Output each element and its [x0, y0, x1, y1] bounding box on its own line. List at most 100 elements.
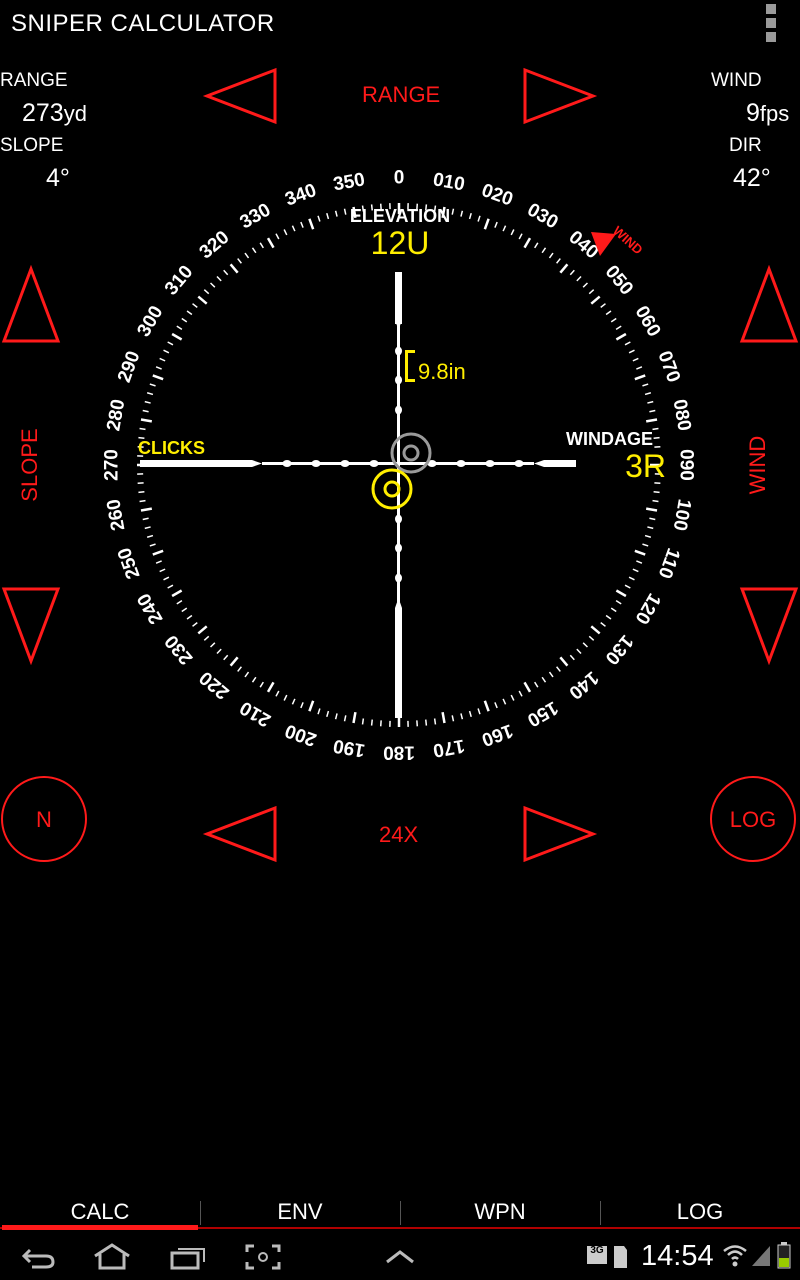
compass-tick: [176, 600, 183, 605]
compass-label: 060: [631, 303, 665, 341]
compass-label: 240: [133, 590, 167, 628]
mil-dot: [395, 346, 402, 356]
compass-tick: [624, 341, 631, 346]
compass-tick: [518, 233, 523, 240]
compass-tick: [146, 392, 154, 396]
compass-label: 310: [161, 262, 197, 300]
mil-dot: [514, 460, 524, 467]
compass-tick: [186, 310, 193, 316]
clicks-label: CLICKS: [138, 438, 205, 458]
compass-tick: [308, 218, 315, 230]
compass-tick: [588, 635, 595, 641]
compass-tick: [343, 208, 347, 215]
compass-label: 270: [102, 449, 123, 481]
screenshot-icon[interactable]: [245, 1244, 281, 1270]
compass-tick: [483, 218, 490, 230]
compass-tick: [197, 625, 208, 635]
reticle-bottom-post: [395, 608, 402, 718]
compass-tick: [615, 600, 622, 605]
zoom-in-button[interactable]: [520, 804, 598, 864]
compass-label: 140: [565, 667, 603, 703]
compass-tick: [197, 295, 208, 305]
compass-tick: [223, 654, 229, 661]
network-label: 3G: [590, 1245, 604, 1256]
compass-tick: [244, 252, 250, 259]
compass-tick: [615, 325, 622, 330]
compass-tick: [176, 325, 183, 330]
clock: 14:54: [641, 1240, 714, 1272]
compass-tick: [167, 341, 174, 346]
compass-tick: [541, 676, 547, 683]
compass-tick: [433, 718, 437, 725]
compass-tick: [334, 713, 338, 720]
compass-tick: [645, 507, 658, 512]
compass-tick: [588, 289, 595, 295]
compass-label: 220: [196, 667, 234, 703]
compass-tick: [645, 418, 658, 423]
wifi-icon: [723, 1245, 747, 1267]
compass-tick: [142, 409, 149, 413]
windage-value: 3R: [625, 448, 666, 484]
compass-tick: [636, 366, 643, 370]
compass-tick: [152, 549, 164, 556]
compass-tick: [216, 276, 222, 282]
mil-dot: [395, 543, 402, 553]
compass-tick: [590, 625, 601, 635]
compass-label: 210: [237, 697, 275, 731]
compass-tick: [649, 517, 656, 521]
compass-tick: [494, 221, 498, 228]
compass-label: 350: [332, 169, 367, 195]
compass-label: 330: [237, 199, 275, 233]
compass-tick: [502, 225, 507, 232]
chevron-up-icon[interactable]: [384, 1248, 416, 1266]
compass-label: 120: [631, 590, 665, 628]
signal-icon: [752, 1246, 770, 1266]
compass-tick: [494, 702, 498, 709]
compass-tick: [451, 208, 455, 215]
elevation-label: ELEVATION: [350, 206, 450, 226]
north-button[interactable]: N: [1, 776, 87, 862]
compass-tick: [361, 718, 365, 725]
battery-icon: [777, 1242, 791, 1269]
corrected-aim-circle: [371, 468, 413, 510]
compass-tick: [624, 584, 631, 589]
compass-tick: [590, 295, 601, 305]
compass-tick: [283, 229, 288, 236]
compass-tick: [308, 700, 315, 712]
compass-tick: [634, 549, 646, 556]
compass-label: 250: [114, 545, 145, 582]
compass-tick: [146, 534, 154, 538]
tab-log[interactable]: LOG: [600, 1193, 800, 1231]
compass-tick: [251, 247, 257, 254]
compass-tick: [582, 282, 588, 288]
compass-tick: [523, 237, 532, 249]
compass-tick: [266, 681, 275, 693]
recent-apps-icon[interactable]: [170, 1244, 208, 1270]
compass-label: 340: [282, 180, 319, 211]
compass-tick: [259, 681, 264, 688]
compass-label: 160: [479, 719, 516, 750]
mil-dot: [485, 460, 495, 467]
compass-tick: [139, 427, 146, 431]
zoom-out-button[interactable]: [202, 804, 280, 864]
compass-tick: [140, 507, 153, 512]
compass-label: 170: [431, 735, 466, 761]
compass-tick: [615, 589, 627, 598]
compass-label: 080: [669, 398, 695, 433]
compass-label: 050: [601, 262, 637, 300]
tab-wpn[interactable]: WPN: [400, 1193, 600, 1231]
back-icon[interactable]: [22, 1244, 56, 1270]
compass-tick: [510, 694, 515, 701]
tab-env[interactable]: ENV: [200, 1193, 400, 1231]
compass-tick: [632, 568, 639, 573]
compass-tick: [636, 560, 643, 564]
compass-tick: [352, 711, 357, 724]
log-button[interactable]: LOG: [710, 776, 796, 862]
compass-tick: [541, 247, 547, 254]
home-icon[interactable]: [92, 1242, 132, 1270]
compass-tick: [653, 436, 660, 439]
compass-tick: [149, 383, 156, 387]
compass-tick: [642, 383, 649, 387]
compass-tick: [210, 282, 216, 288]
compass-tick: [237, 258, 242, 264]
